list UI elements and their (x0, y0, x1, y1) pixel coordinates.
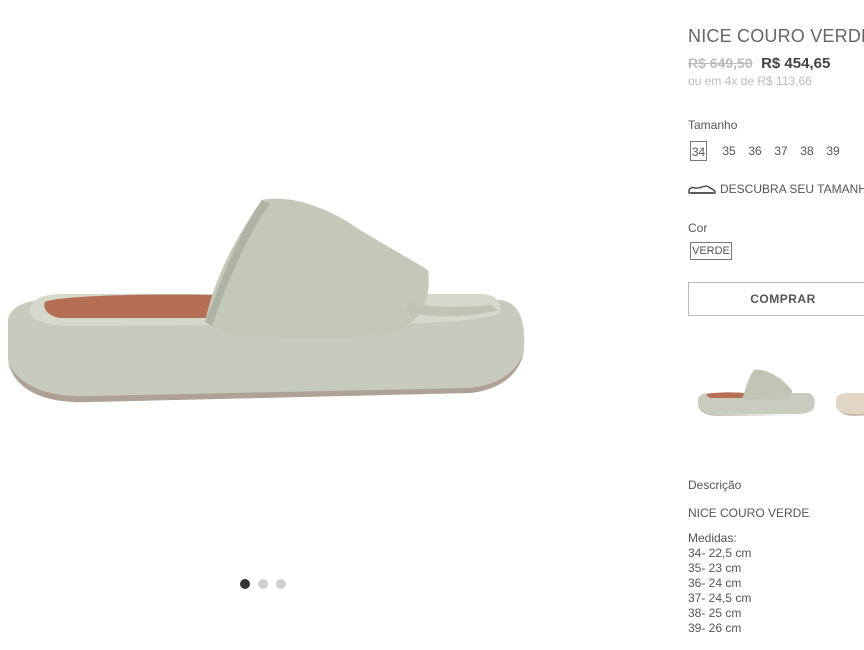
shoe-icon (688, 185, 716, 194)
size-option-35[interactable]: 35 (716, 141, 742, 161)
color-label: Cor (688, 221, 708, 235)
description-product-name: NICE COURO VERDE (688, 506, 810, 520)
description-label: Descrição (688, 478, 742, 492)
size-label: Tamanho (688, 118, 738, 132)
size-option-37[interactable]: 37 (768, 141, 794, 161)
product-image-main[interactable] (0, 190, 540, 420)
color-option-verde[interactable]: VERDE (690, 242, 732, 260)
price-row: R$ 649,50 R$ 454,65 (688, 55, 830, 73)
measure-item: 39- 26 cm (688, 621, 742, 635)
carousel-dot-2[interactable] (258, 579, 268, 589)
size-option-39[interactable]: 39 (820, 141, 846, 161)
product-thumbnail-1[interactable] (696, 362, 816, 422)
product-title: NICE COURO VERDE (688, 26, 864, 46)
installments-text: ou em 4x de R$ 113,66 (688, 74, 812, 88)
size-option-34[interactable]: 34 (690, 141, 707, 161)
size-guide-label: DESCUBRA SEU TAMANHO (720, 182, 864, 196)
old-price: R$ 649,50 (688, 55, 753, 71)
carousel-dot-3[interactable] (276, 579, 286, 589)
buy-button[interactable]: COMPRAR (688, 282, 864, 316)
measure-item: 34- 22,5 cm (688, 546, 752, 560)
size-option-36[interactable]: 36 (742, 141, 768, 161)
measures-list: Medidas: 34- 22,5 cm 35- 23 cm 36- 24 cm… (688, 531, 751, 636)
measure-item: 36- 24 cm (688, 576, 742, 590)
product-gallery (0, 0, 560, 650)
carousel-dots (240, 579, 286, 589)
measure-item: 38- 25 cm (688, 606, 742, 620)
carousel-dot-1[interactable] (240, 579, 250, 589)
measure-item: 35- 23 cm (688, 561, 742, 575)
size-guide-link[interactable]: DESCUBRA SEU TAMANHO (688, 182, 864, 196)
product-info: NICE COURO VERDE R$ 649,50 R$ 454,65 ou … (688, 0, 864, 650)
measure-item: 37- 24,5 cm (688, 591, 752, 605)
product-thumbnail-2[interactable] (828, 362, 864, 422)
measures-title: Medidas: (688, 531, 737, 545)
size-option-38[interactable]: 38 (794, 141, 820, 161)
current-price: R$ 454,65 (761, 55, 831, 72)
size-options: 34 35 36 37 38 39 (690, 141, 846, 161)
